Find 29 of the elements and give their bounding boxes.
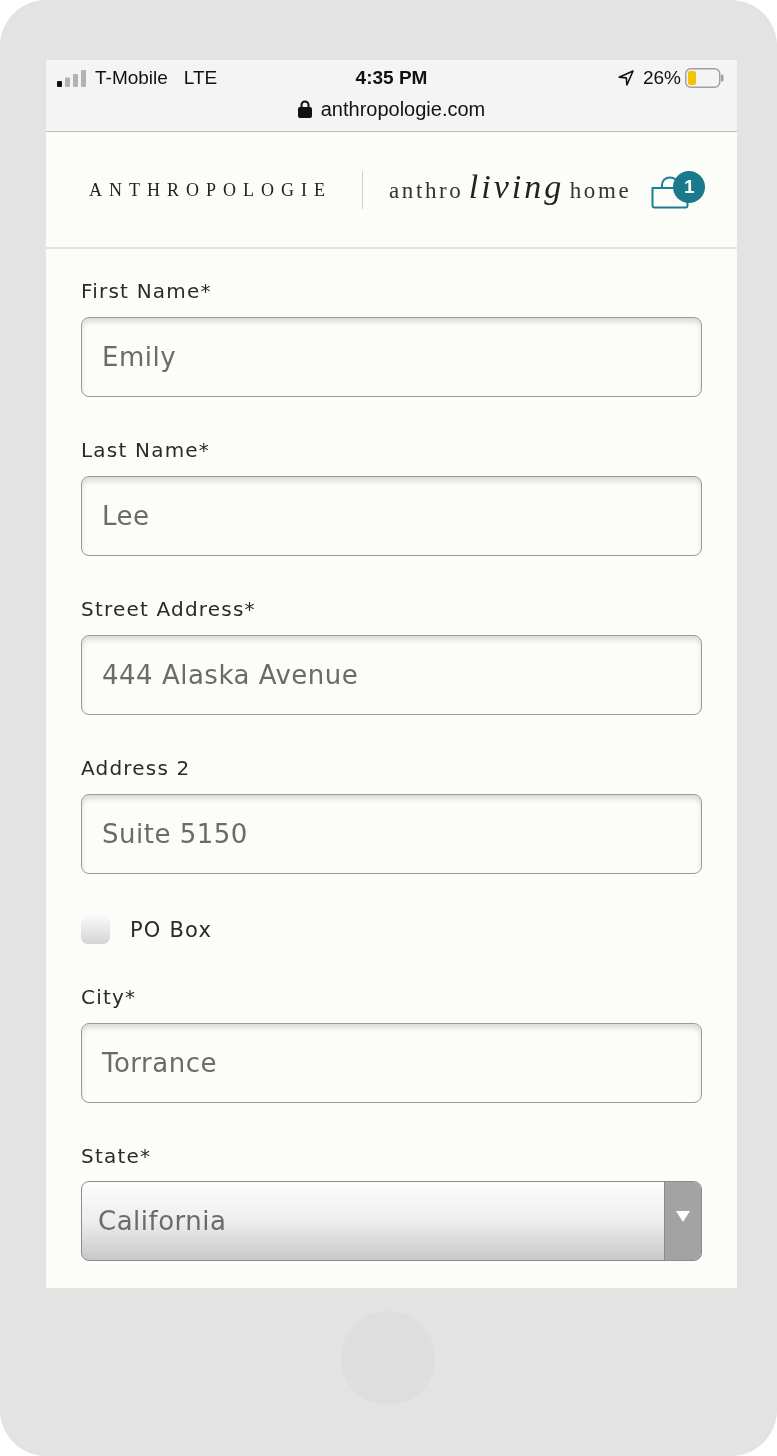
field-label: Last Name* xyxy=(81,438,212,462)
field-label: First Name* xyxy=(81,279,213,303)
field-label: Street Address* xyxy=(81,597,257,621)
input-field[interactable]: Suite 5150 xyxy=(81,794,702,874)
sub-brand-logo[interactable]: anthro living home xyxy=(389,166,632,213)
status-time: 4:35 PM xyxy=(355,66,428,90)
lock-icon xyxy=(297,100,312,118)
input-field[interactable]: Lee xyxy=(81,476,702,556)
caret-icon xyxy=(676,1211,690,1222)
checkbox-label: PO Box xyxy=(130,916,213,943)
input-field[interactable]: Emily xyxy=(81,317,702,397)
input-field[interactable]: 444 Alaska Avenue xyxy=(81,635,702,715)
dropdown-button[interactable] xyxy=(664,1182,701,1260)
field-label: City* xyxy=(81,985,138,1009)
input-field[interactable]: Torrance xyxy=(81,1023,702,1103)
network-type: LTE xyxy=(183,66,218,90)
carrier-name: T-Mobile xyxy=(95,66,168,90)
select-field[interactable]: California xyxy=(81,1181,702,1261)
field-label: Address 2 xyxy=(81,756,192,780)
location-arrow-icon xyxy=(617,70,634,86)
battery-icon xyxy=(685,68,724,88)
cart-count-badge: 1 xyxy=(673,170,706,203)
field-label: State* xyxy=(81,1144,153,1168)
brand-logo[interactable]: ANTHROPOLOGIE xyxy=(89,177,332,202)
signal-strength-icon xyxy=(57,69,88,87)
url-text[interactable]: anthropologie.com xyxy=(320,96,486,122)
cart-button[interactable]: 1 xyxy=(651,170,706,209)
checkbox[interactable] xyxy=(81,915,110,944)
battery-percent: 26% xyxy=(642,66,681,90)
